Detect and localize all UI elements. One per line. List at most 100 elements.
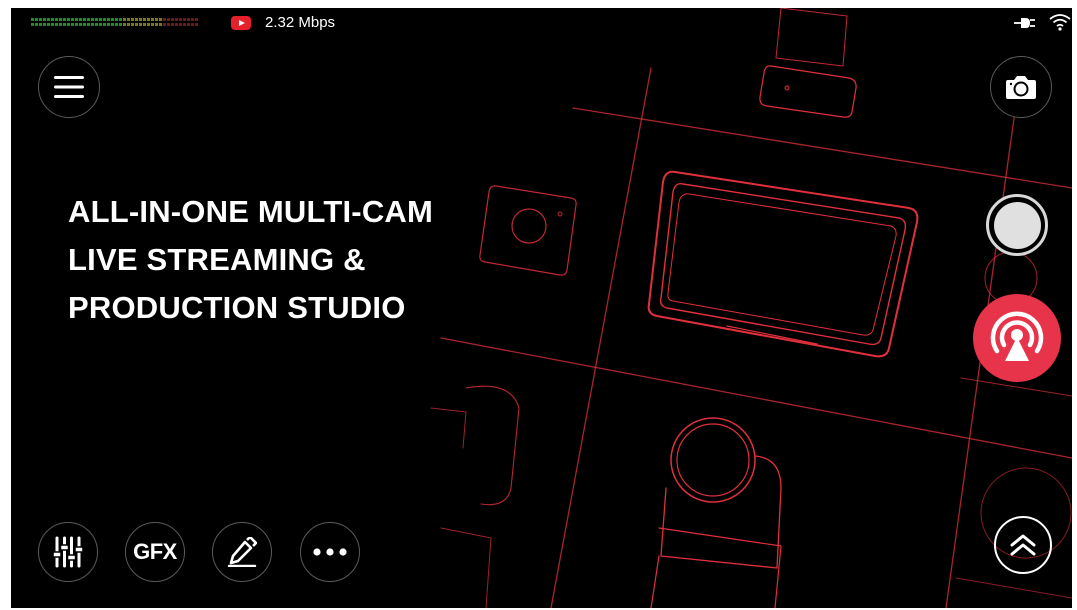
meter-segment: [71, 18, 74, 21]
gfx-label: GFX: [133, 539, 177, 564]
meter-segment: [99, 18, 102, 21]
meter-segment: [67, 18, 70, 21]
headline-line-3: PRODUCTION STUDIO: [68, 290, 406, 325]
meter-segment: [63, 23, 66, 26]
meter-segment: [147, 18, 150, 21]
meter-segment: [191, 23, 194, 26]
meter-segment: [67, 23, 70, 26]
plug-icon: [1014, 18, 1035, 28]
meter-segment: [95, 18, 98, 21]
meter-segment: [135, 23, 138, 26]
meter-segment: [195, 18, 198, 21]
sliders-icon: [53, 536, 83, 568]
record-icon: [993, 201, 1041, 249]
meter-segment: [83, 18, 86, 21]
meter-segment: [95, 23, 98, 26]
meter-segment: [59, 18, 62, 21]
meter-segment: [59, 23, 62, 26]
meter-segment: [35, 23, 38, 26]
meter-segment: [127, 23, 130, 26]
meter-segment: [171, 23, 174, 26]
meter-segment: [151, 23, 154, 26]
meter-segment: [47, 23, 50, 26]
meter-segment: [131, 18, 134, 21]
meter-segment: [143, 18, 146, 21]
collapse-panel-button[interactable]: [994, 516, 1052, 574]
meter-segment: [99, 23, 102, 26]
meter-segment: [55, 23, 58, 26]
meter-segment: [151, 18, 154, 21]
app-screen: 2.32 Mbps ALL-IN-ONE MULTI-CAM LIVE STRE…: [11, 8, 1072, 608]
meter-segment: [139, 18, 142, 21]
meter-segment: [159, 18, 162, 21]
meter-segment: [111, 23, 114, 26]
more-dots-icon: [313, 548, 347, 556]
meter-segment: [47, 18, 50, 21]
meter-segment: [147, 23, 150, 26]
meter-segment: [79, 23, 82, 26]
meter-segment: [143, 23, 146, 26]
meter-segment: [179, 23, 182, 26]
wifi-icon: [1049, 14, 1071, 31]
meter-segment: [43, 23, 46, 26]
meter-segment: [123, 23, 126, 26]
meter-segment: [183, 18, 186, 21]
youtube-icon: [231, 16, 251, 30]
meter-segment: [35, 18, 38, 21]
meter-segment: [135, 18, 138, 21]
meter-segment: [167, 23, 170, 26]
meter-segment: [163, 23, 166, 26]
meter-segment: [155, 23, 158, 26]
gfx-button[interactable]: GFX: [125, 522, 185, 582]
meter-segment: [87, 18, 90, 21]
meter-segment: [127, 18, 130, 21]
camera-icon: [1006, 76, 1036, 99]
meter-segment: [71, 23, 74, 26]
meter-segment: [75, 18, 78, 21]
pen-icon: [227, 537, 257, 567]
hamburger-menu-icon: [54, 76, 84, 98]
meter-segment: [159, 23, 162, 26]
meter-segment: [187, 23, 190, 26]
double-chevron-up-icon: [1010, 534, 1036, 556]
snapshot-button[interactable]: [990, 56, 1052, 118]
meter-segment: [55, 18, 58, 21]
menu-button[interactable]: [38, 56, 100, 118]
audio-level-meter: [31, 18, 198, 26]
meter-segment: [43, 18, 46, 21]
meter-segment: [83, 23, 86, 26]
meter-segment: [163, 18, 166, 21]
meter-segment: [51, 18, 54, 21]
record-button[interactable]: [986, 194, 1048, 256]
meter-segment: [103, 23, 106, 26]
meter-segment: [103, 18, 106, 21]
meter-segment: [87, 23, 90, 26]
meter-segment: [39, 18, 42, 21]
meter-segment: [155, 18, 158, 21]
go-live-button[interactable]: [973, 294, 1061, 382]
meter-segment: [115, 23, 118, 26]
meter-segment: [75, 23, 78, 26]
meter-segment: [91, 18, 94, 21]
audio-meter-channel-left: [31, 18, 198, 21]
meter-segment: [175, 18, 178, 21]
more-options-button[interactable]: [300, 522, 360, 582]
meter-segment: [115, 18, 118, 21]
audio-meter-channel-right: [31, 23, 198, 26]
meter-segment: [175, 23, 178, 26]
meter-segment: [183, 23, 186, 26]
meter-segment: [31, 18, 34, 21]
draw-button[interactable]: [212, 522, 272, 582]
broadcast-icon: [990, 311, 1044, 361]
meter-segment: [119, 18, 122, 21]
headline-line-1: ALL-IN-ONE MULTI-CAM: [68, 194, 434, 229]
meter-segment: [179, 18, 182, 21]
meter-segment: [195, 23, 198, 26]
audio-mixer-button[interactable]: [38, 522, 98, 582]
meter-segment: [51, 23, 54, 26]
meter-segment: [123, 18, 126, 21]
headline-line-2: LIVE STREAMING &: [68, 242, 366, 277]
bitrate-readout: 2.32 Mbps: [265, 14, 336, 31]
meter-segment: [167, 18, 170, 21]
meter-segment: [39, 23, 42, 26]
